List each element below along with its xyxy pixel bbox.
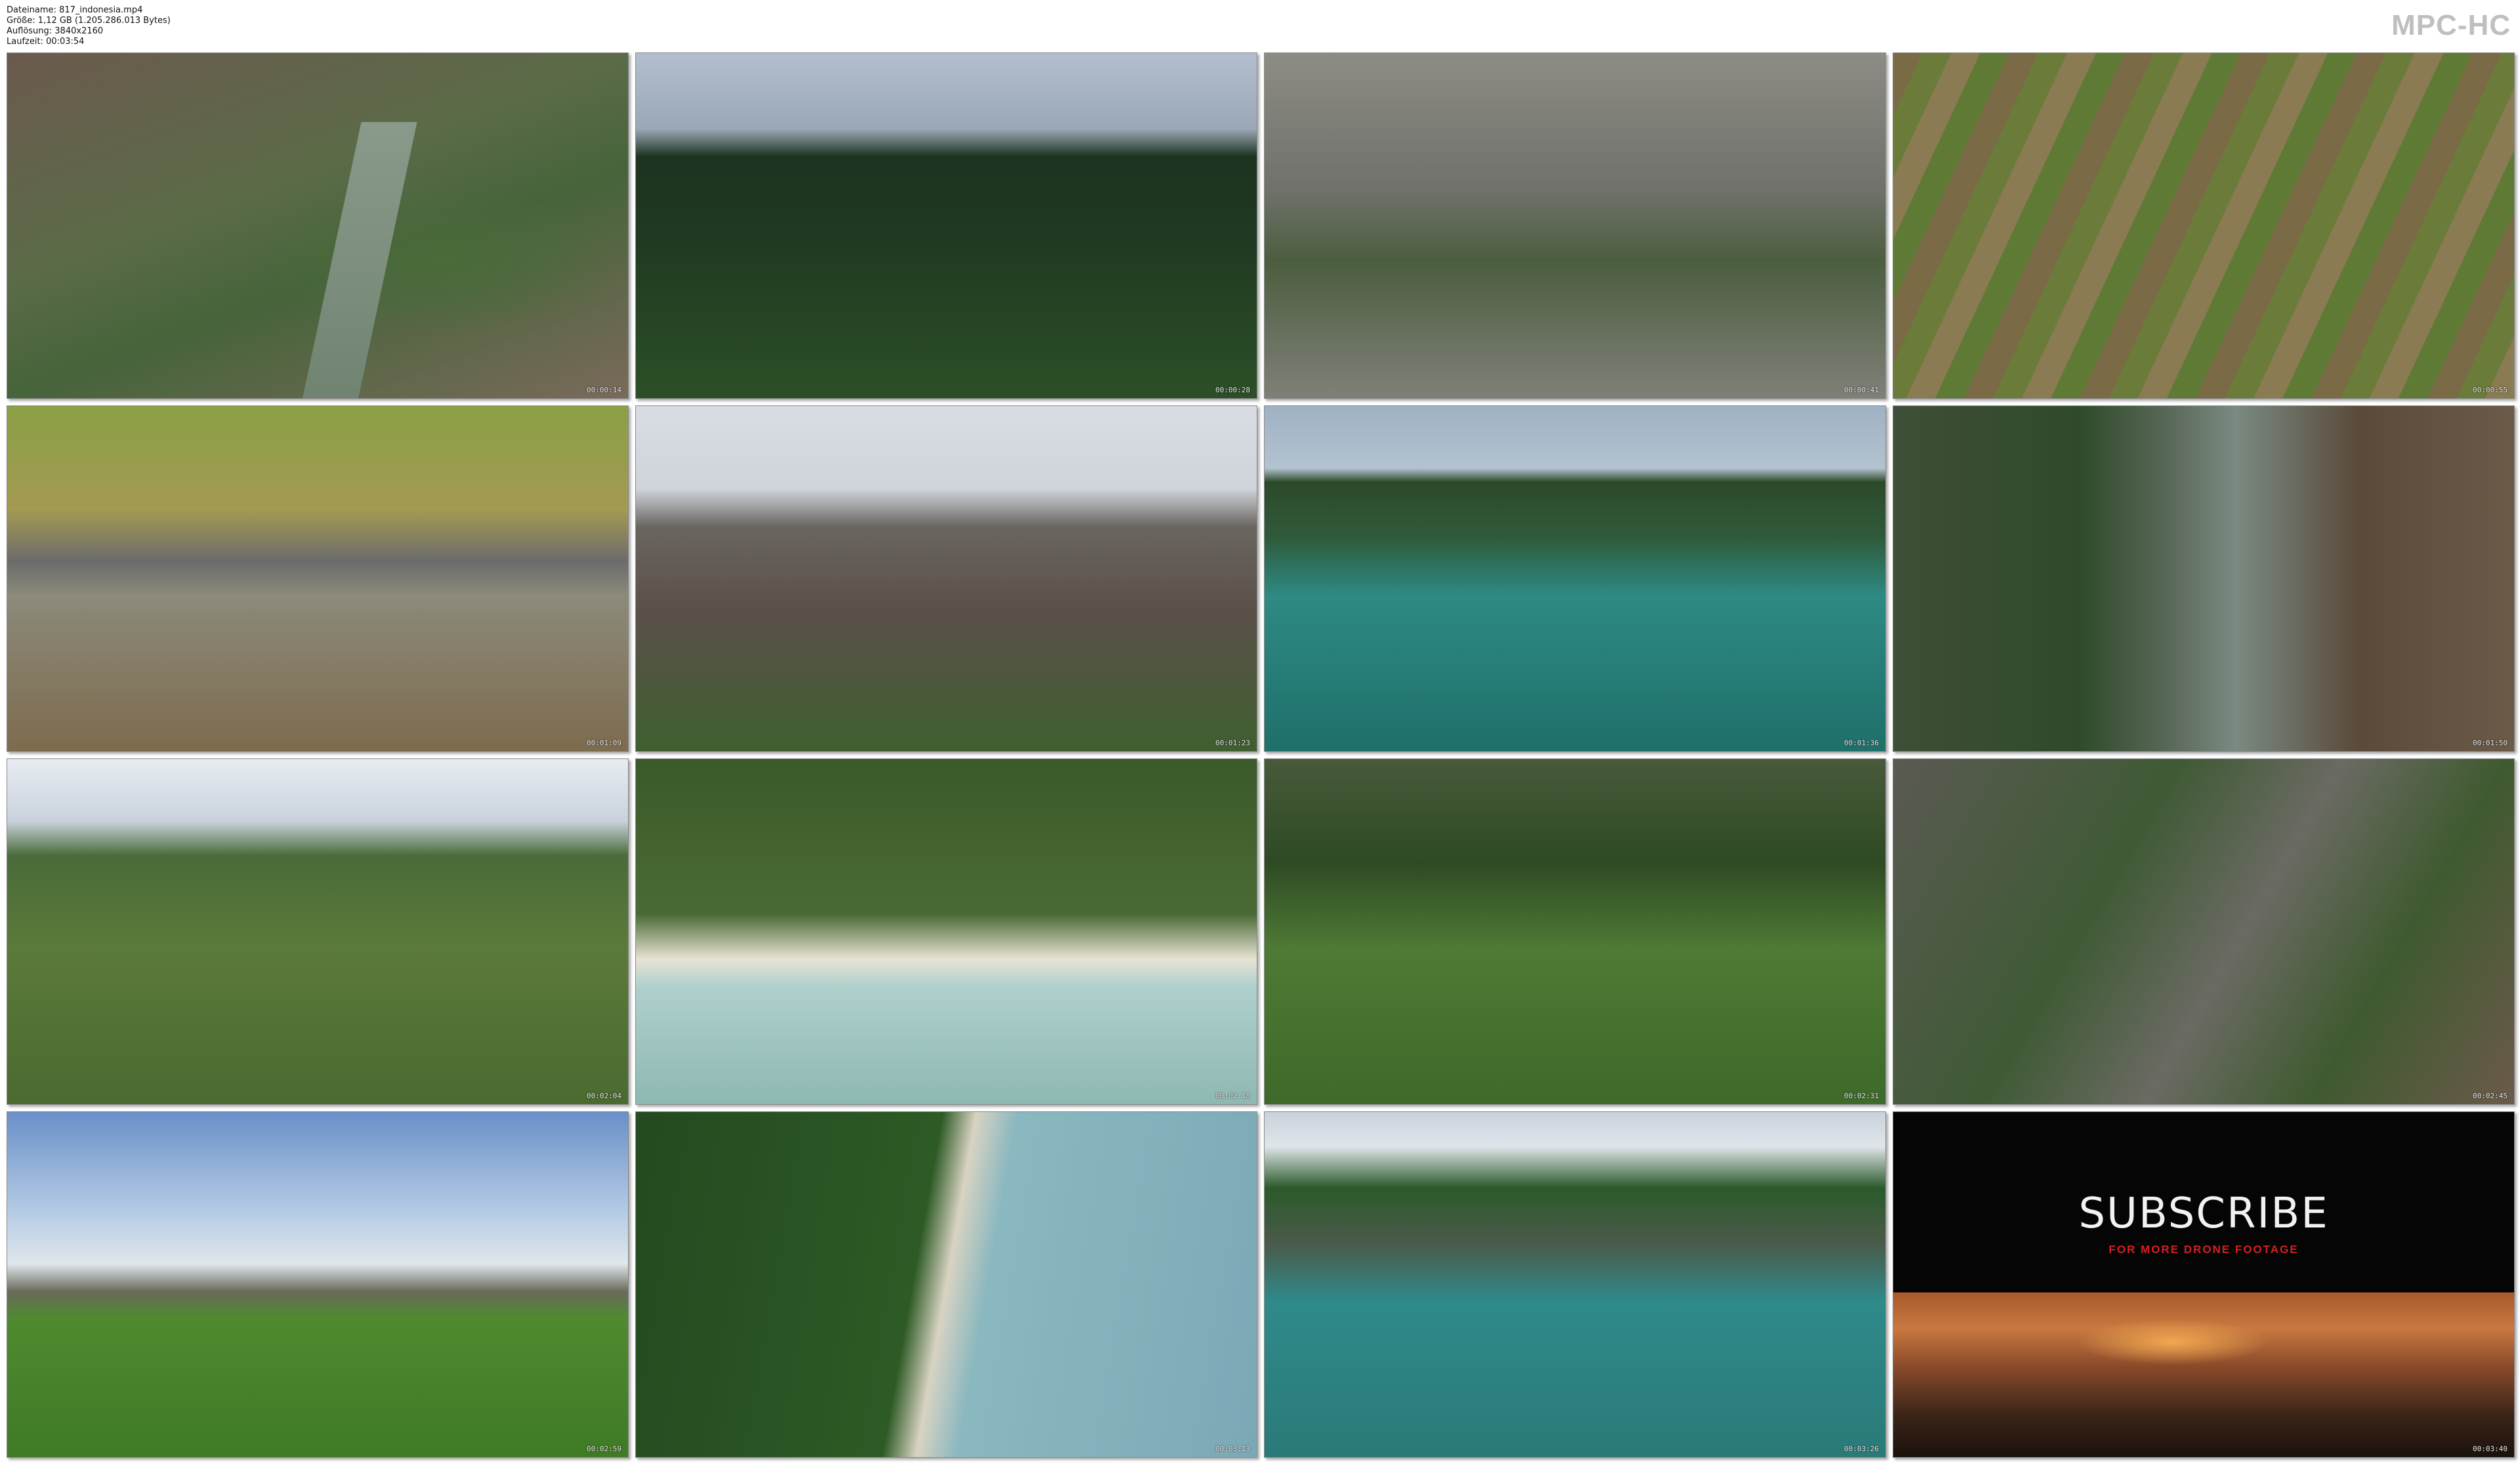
- thumbnail-image: [1265, 53, 1885, 398]
- timestamp: 00:00:55: [2473, 386, 2508, 394]
- thumbnail-image: [636, 1112, 1257, 1457]
- thumbnail: SUBSCRIBE FOR MORE DRONE FOOTAGE 00:03:4…: [1893, 1111, 2515, 1458]
- timestamp: 00:01:23: [1215, 739, 1250, 747]
- timestamp: 00:03:26: [1844, 1445, 1879, 1453]
- file-resolution: Auflösung: 3840x2160: [7, 26, 104, 36]
- thumbnail: 00:01:09: [7, 405, 629, 752]
- subscribe-card: SUBSCRIBE FOR MORE DRONE FOOTAGE: [1893, 1112, 2514, 1457]
- thumbnail-image: [636, 759, 1257, 1104]
- thumbnail-image: [636, 406, 1257, 751]
- timestamp: 00:02:31: [1844, 1092, 1879, 1100]
- thumbnail: 00:02:18: [635, 758, 1257, 1105]
- thumbnail: 00:01:36: [1264, 405, 1886, 752]
- mpc-hc-logo: MPC-HC: [2391, 9, 2511, 41]
- timestamp: 00:01:50: [2473, 739, 2508, 747]
- timestamp: 00:02:45: [2473, 1092, 2508, 1100]
- thumbnail: 00:01:50: [1893, 405, 2515, 752]
- subscribe-title: SUBSCRIBE: [2078, 1189, 2329, 1238]
- file-info: Dateiname: 817_indonesia.mp4 Größe: 1,12…: [7, 5, 171, 47]
- thumbnail: 00:01:23: [635, 405, 1257, 752]
- timestamp: 00:01:09: [587, 739, 621, 747]
- thumbnail: 00:03:13: [635, 1111, 1257, 1458]
- thumbnail: 00:00:14: [7, 52, 629, 399]
- thumbnail-image: [1265, 759, 1885, 1104]
- thumbnail-image: [7, 406, 628, 751]
- thumbnail-image: [636, 53, 1257, 398]
- file-duration: Laufzeit: 00:03:54: [7, 37, 85, 47]
- thumbnail-image: [1265, 1112, 1885, 1457]
- thumbnail-image: [7, 759, 628, 1104]
- timestamp: 00:03:40: [2473, 1445, 2508, 1453]
- timestamp: 00:03:13: [1215, 1445, 1250, 1453]
- timestamp: 00:02:04: [587, 1092, 621, 1100]
- thumbnail-image: [1893, 406, 2514, 751]
- thumbnail: 00:00:28: [635, 52, 1257, 399]
- thumbnail: 00:02:31: [1264, 758, 1886, 1105]
- thumbnail: 00:00:41: [1264, 52, 1886, 399]
- thumbnail-image: [1265, 406, 1885, 751]
- promo-image: [1893, 1292, 2514, 1457]
- file-name: Dateiname: 817_indonesia.mp4: [7, 5, 143, 15]
- thumbnail: 00:02:04: [7, 758, 629, 1105]
- timestamp: 00:00:28: [1215, 386, 1250, 394]
- thumbnail: 00:02:45: [1893, 758, 2515, 1105]
- timestamp: 00:00:14: [587, 386, 621, 394]
- thumbnail-image: [7, 1112, 628, 1457]
- thumbnail: 00:00:55: [1893, 52, 2515, 399]
- thumbnail: 00:03:26: [1264, 1111, 1886, 1458]
- thumbnail-image: [1893, 759, 2514, 1104]
- thumbnail-image: [1893, 53, 2514, 398]
- thumbnail: 00:02:59: [7, 1111, 629, 1458]
- thumbnail-grid: 00:00:14 00:00:28 00:00:41 00:00:55 00:0…: [7, 52, 2515, 1458]
- timestamp: 00:00:41: [1844, 386, 1879, 394]
- thumbnail-image: [7, 53, 628, 398]
- subscribe-subtitle: FOR MORE DRONE FOOTAGE: [2109, 1243, 2299, 1256]
- timestamp: 00:01:36: [1844, 739, 1879, 747]
- file-size: Größe: 1,12 GB (1.205.286.013 Bytes): [7, 16, 171, 26]
- timestamp: 00:02:59: [587, 1445, 621, 1453]
- timestamp: 00:02:18: [1215, 1092, 1250, 1100]
